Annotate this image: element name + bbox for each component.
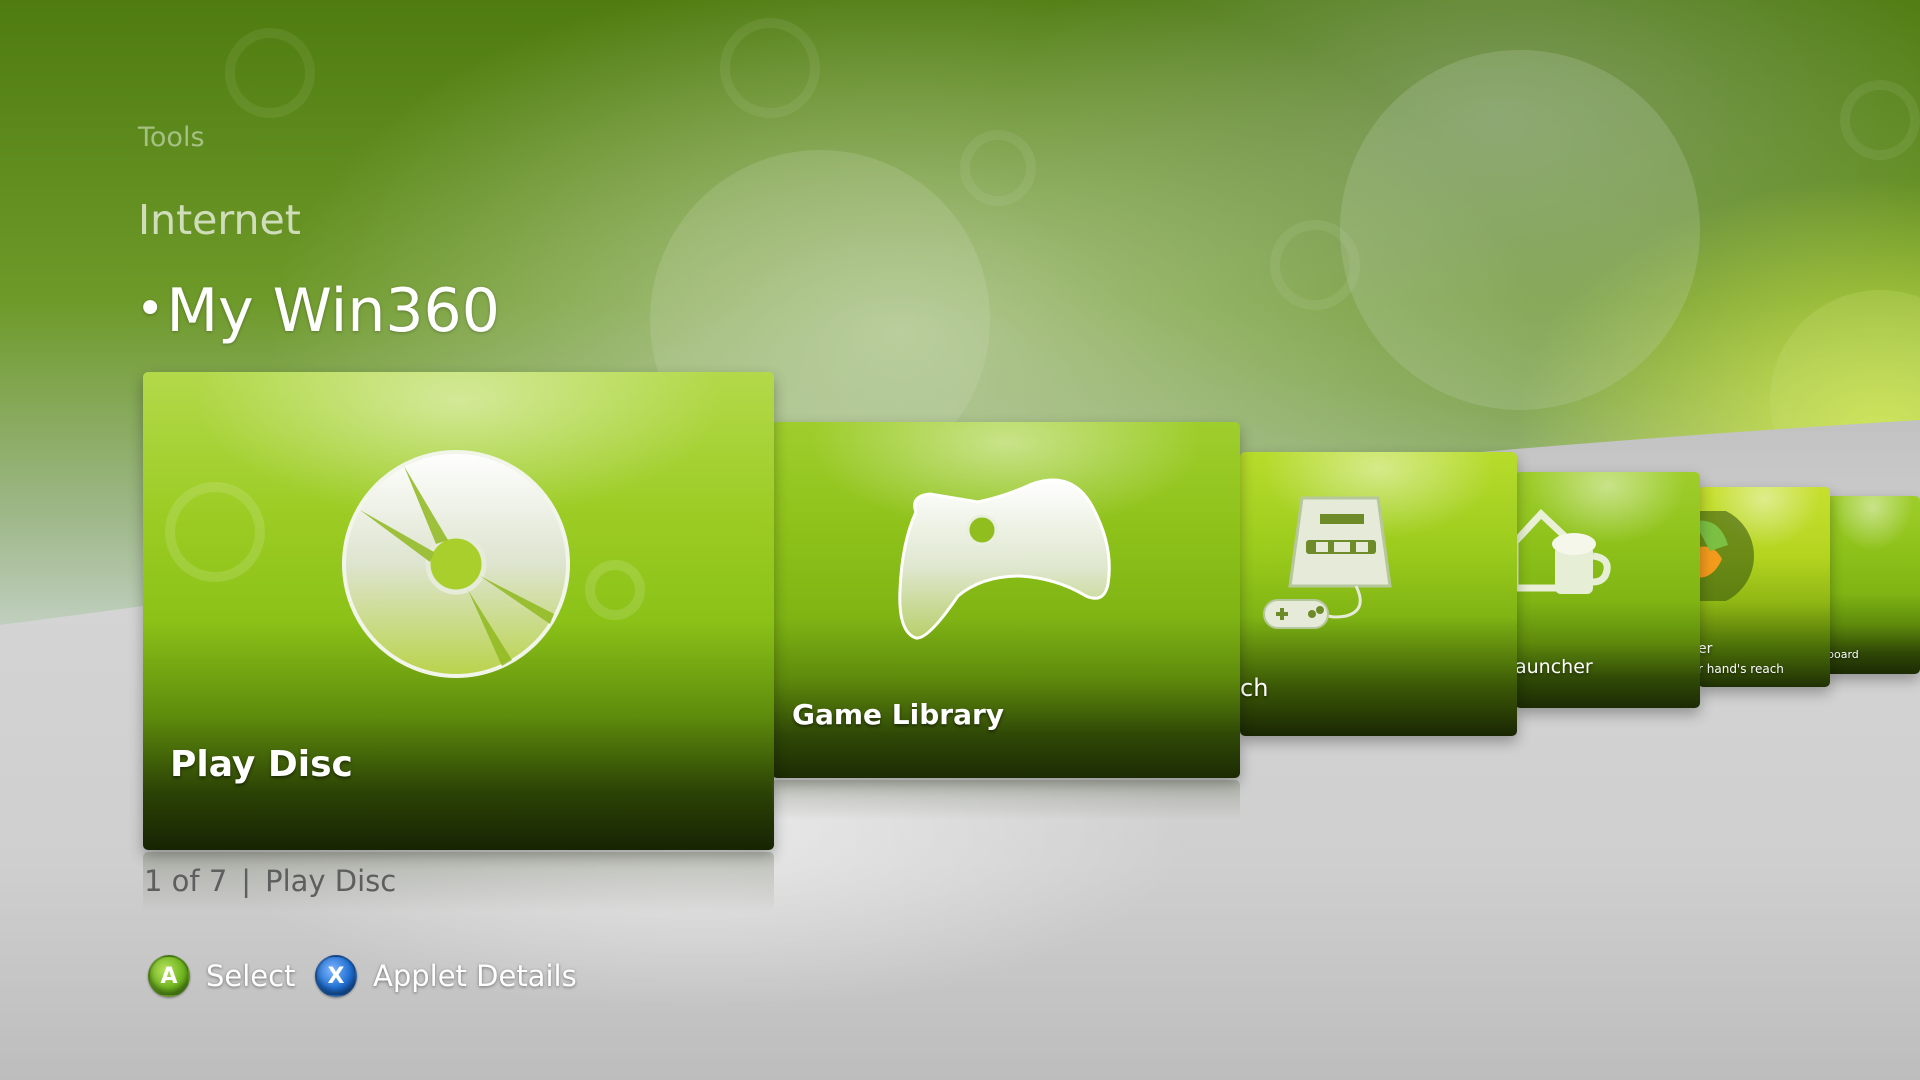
tile-decor-ring (585, 560, 645, 620)
background-ring (1270, 220, 1360, 310)
applet-tile-play-disc[interactable]: Play Disc (143, 372, 774, 850)
house-beer-icon (1515, 509, 1611, 594)
controller-icon (898, 478, 1111, 640)
applet-tile-3[interactable]: ch (1240, 452, 1517, 736)
hint-select[interactable]: A Select (148, 955, 295, 997)
disc-icon (342, 450, 570, 678)
applet-tile-game-library[interactable]: Game Library (772, 422, 1240, 778)
a-button-icon: A (148, 955, 190, 997)
background-ring (225, 28, 315, 118)
tile-decor-ring (165, 482, 265, 582)
tile-label: er (1698, 641, 1713, 657)
tile-sublabel: r hand's reach (1698, 662, 1784, 676)
nav-item-current[interactable]: •My Win360 (136, 276, 500, 346)
tile-label: Play Disc (170, 744, 353, 785)
background-ring (720, 18, 820, 118)
current-bullet: • (136, 281, 165, 337)
nav-item-internet[interactable]: Internet (138, 196, 301, 244)
tile-label: ch (1240, 674, 1269, 702)
background-bubble (1340, 50, 1700, 410)
hint-select-label: Select (206, 959, 296, 993)
selection-position: 1 of 7 (144, 864, 228, 898)
tile-label: Game Library (792, 698, 1005, 731)
applet-tile-5[interactable]: er r hand's reach (1698, 487, 1830, 687)
tile-label: auncher (1515, 656, 1593, 678)
nav-item-tools[interactable]: Tools (138, 122, 205, 153)
x-button-icon: X (315, 955, 357, 997)
globe-logo-icon (1698, 511, 1754, 601)
tile-reflection (772, 780, 1240, 820)
selection-name: Play Disc (265, 864, 397, 898)
applet-tile-6[interactable]: board (1825, 496, 1920, 674)
background-ring (1840, 80, 1920, 160)
tile-label: board (1827, 648, 1859, 661)
retro-console-icon (1263, 496, 1392, 629)
nav-current-label: My Win360 (166, 276, 500, 346)
hint-applet-details-label: Applet Details (373, 959, 577, 993)
hint-applet-details[interactable]: X Applet Details (315, 955, 577, 997)
applet-tile-4[interactable]: auncher (1515, 472, 1700, 708)
selection-status: 1 of 7 | Play Disc (144, 864, 396, 898)
background-ring (960, 130, 1036, 206)
status-separator: | (241, 864, 252, 898)
